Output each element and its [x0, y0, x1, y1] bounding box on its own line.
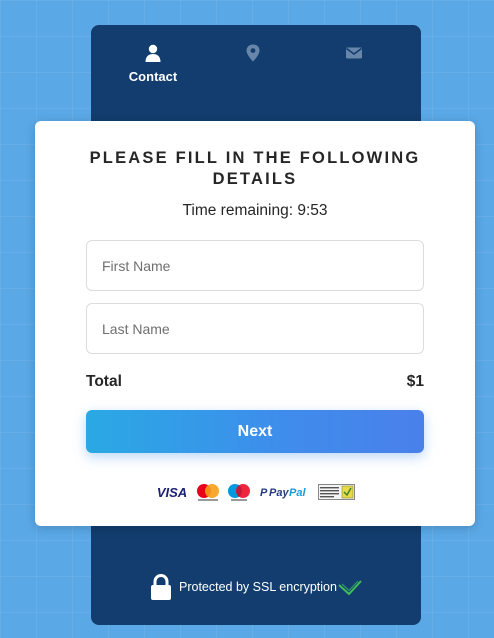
total-label: Total	[86, 373, 122, 390]
ssl-badge	[318, 484, 355, 500]
envelope-icon	[346, 47, 362, 59]
total-amount: $1	[406, 373, 424, 390]
user-icon	[145, 44, 161, 62]
svg-text:Pay: Pay	[269, 487, 289, 499]
first-name-input[interactable]	[86, 240, 424, 291]
step-tabs: Contact	[91, 25, 421, 115]
lock-icon	[151, 574, 171, 600]
ssl-notice: Protected by SSL encryption	[150, 574, 370, 602]
svg-text:P: P	[260, 487, 268, 499]
svg-text:VISA: VISA	[157, 485, 187, 500]
visa-logo: VISA	[157, 485, 187, 500]
map-pin-icon	[246, 44, 260, 62]
details-form-card: PLEASE FILL IN THE FOLLOWING DETAILS Tim…	[35, 121, 475, 526]
payment-methods: VISA P Pay Pal	[155, 481, 355, 503]
paypal-logo: P Pay Pal	[260, 487, 306, 499]
total-row: Total $1	[86, 373, 424, 393]
checkmark-icon	[338, 580, 362, 596]
next-button[interactable]: Next	[86, 410, 424, 453]
tab-contact-label: Contact	[128, 69, 178, 84]
ssl-text: Protected by SSL encryption	[179, 580, 337, 594]
tab-location[interactable]	[198, 43, 308, 63]
form-title: PLEASE FILL IN THE FOLLOWING DETAILS	[89, 149, 421, 188]
maestro-logo	[228, 484, 250, 501]
last-name-input[interactable]	[86, 303, 424, 354]
tab-mail[interactable]	[299, 43, 409, 63]
mastercard-logo	[197, 484, 219, 501]
tab-contact[interactable]: Contact	[98, 43, 208, 84]
svg-text:Pal: Pal	[289, 487, 306, 499]
countdown-timer: Time remaining: 9:53	[182, 202, 328, 219]
